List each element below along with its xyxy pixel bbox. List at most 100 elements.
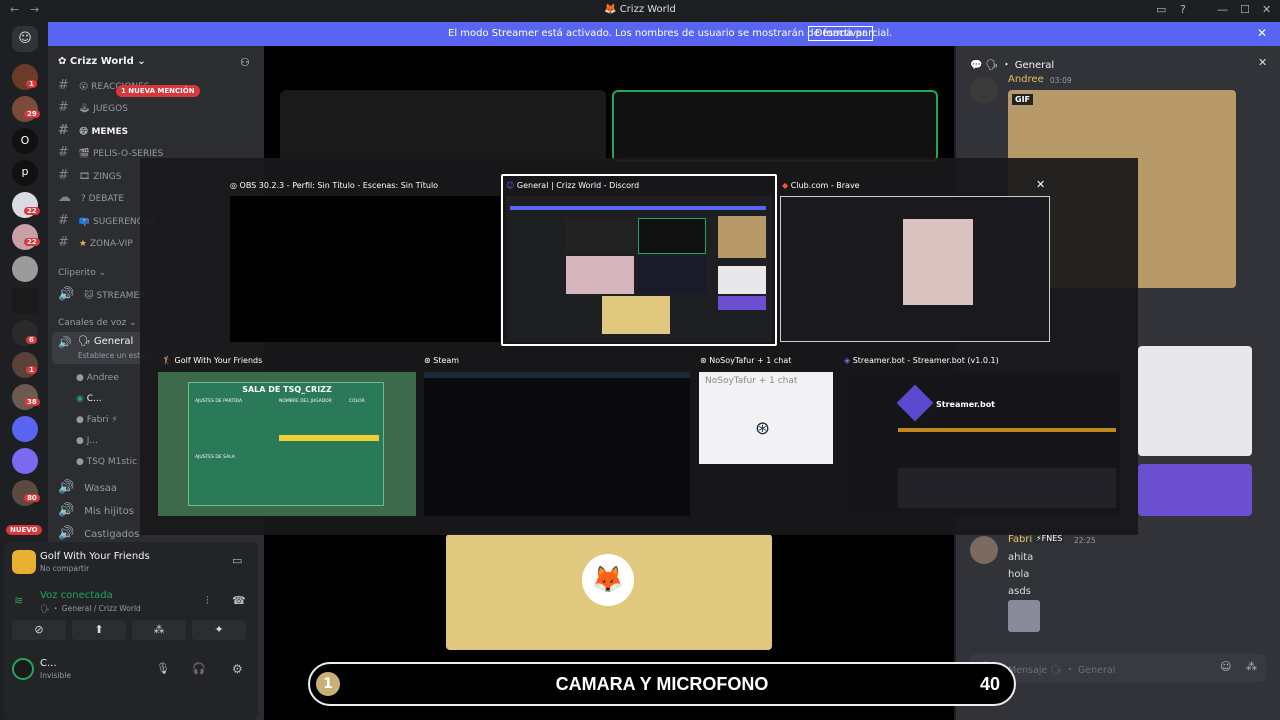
avatar: ● — [76, 415, 87, 425]
close-chat-icon[interactable]: ✕ — [1258, 56, 1267, 69]
window-title-text: Club.com - Brave — [790, 181, 860, 190]
settings-gear-icon[interactable]: ⚙ — [232, 662, 243, 676]
window-title: ◎ OBS 30.2.3 - Perfil: Sin Título - Esce… — [230, 181, 438, 190]
channel-item[interactable]: # 🕹 JUEGOS — [58, 100, 128, 115]
mention-badge[interactable]: 1 NUEVA MENCIÓN — [116, 85, 200, 97]
channel-emoji: 🎞 — [78, 172, 91, 182]
overlay-count: 40 — [979, 674, 1000, 694]
window-thumbnail-obs[interactable] — [230, 196, 500, 342]
avatar[interactable] — [970, 536, 998, 564]
server-icon[interactable]: p — [12, 160, 38, 186]
maximize-icon[interactable]: ☐ — [1240, 3, 1250, 16]
server-icon[interactable] — [12, 256, 38, 282]
noise-suppression-icon[interactable]: ⫶ — [206, 594, 209, 608]
microphone-icon[interactable]: 🎙 — [156, 662, 170, 675]
channel-item[interactable]: 🔊 🐱 STREAMER — [58, 287, 145, 302]
banner-close-icon[interactable]: ✕ — [1257, 26, 1267, 40]
title-bar: ← → 🦊 Crizz World ▭ ? — ☐ ✕ — [0, 0, 1280, 22]
emoji-icon[interactable]: ☺ — [1220, 660, 1231, 673]
activities-button[interactable]: ⁂ — [132, 620, 186, 640]
category-name: Cliperito — [58, 268, 96, 278]
channel-name: JUEGOS — [93, 104, 128, 114]
chevron-down-icon: ⌄ — [98, 268, 107, 278]
golf-section-header: AJUSTES DE SALA — [195, 455, 235, 460]
fox-avatar-icon: 🦊 — [582, 554, 634, 606]
server-icon[interactable] — [12, 96, 38, 122]
thumb-stream — [903, 219, 973, 305]
inbox-icon[interactable]: ▭ — [1156, 3, 1166, 16]
apps-icon[interactable]: ⁂ — [1246, 660, 1257, 673]
thumb-embed — [718, 296, 766, 310]
disconnect-icon[interactable]: ☎ — [232, 594, 246, 607]
streamer-mode-banner: El modo Streamer está activado. Los nomb… — [0, 22, 1280, 46]
server-icon[interactable] — [12, 416, 38, 442]
embed-preview[interactable] — [1138, 346, 1252, 456]
voice-channel[interactable]: 🔊 Mis hijitos — [58, 503, 134, 518]
voice-channel[interactable]: 🔊 Castigados — [58, 526, 139, 541]
message-author[interactable]: Andree — [1008, 74, 1044, 85]
window-switcher: ◎ OBS 30.2.3 - Perfil: Sin Título - Esce… — [140, 158, 1138, 535]
hash-icon: # — [58, 235, 69, 250]
camera-off-button[interactable]: ⊘ — [12, 620, 66, 640]
channel-item[interactable]: ☁? DEBATE — [58, 190, 124, 205]
add-member-icon[interactable]: ⚇ — [240, 56, 250, 69]
window-thumbnail-streamerbot[interactable]: Streamer.bot — [842, 372, 1120, 516]
video-tile[interactable]: 🦊 — [446, 534, 772, 650]
brave-icon: ◆ — [782, 181, 791, 190]
voice-channel[interactable]: 🔊 Wasaa — [58, 480, 117, 495]
soundboard-button[interactable]: ✦ — [192, 620, 246, 640]
channel-emoji: 🕹 — [78, 104, 91, 114]
voice-user[interactable]: ◉ C... — [76, 389, 137, 410]
chat-title: General — [1014, 60, 1055, 71]
window-thumbnail-nosoy[interactable]: NoSoyTafur + 1 chat ⊛ — [699, 372, 833, 464]
speaker-icon: 🔊 — [58, 336, 72, 349]
close-window-icon[interactable]: ✕ — [1262, 3, 1271, 16]
screen-share-button[interactable]: ⬆ — [72, 620, 126, 640]
voice-user[interactable]: ● Andree — [76, 368, 137, 389]
deactivate-button[interactable]: Desactivar — [808, 26, 873, 41]
steam-icon: ⊛ — [700, 356, 710, 365]
voice-user[interactable]: ● Fabri ⚡ — [76, 410, 137, 431]
minimize-icon[interactable]: — — [1217, 3, 1228, 16]
embed-image[interactable] — [1138, 464, 1252, 516]
close-window-icon[interactable]: ✕ — [1036, 178, 1045, 191]
stream-icon[interactable]: ▭ — [232, 554, 242, 567]
window-thumbnail-brave[interactable] — [780, 196, 1050, 342]
window-thumbnail-steam[interactable] — [424, 372, 690, 516]
voice-user[interactable]: ● TSQ M1stic — [76, 452, 137, 473]
image-attachment[interactable] — [1008, 600, 1040, 632]
app-logo-icon: 🦊 — [604, 4, 620, 15]
stream-overlay-bar: 1 CAMARA Y MICROFONO 40 — [308, 662, 1016, 706]
server-icon[interactable] — [12, 352, 38, 378]
server-icon[interactable] — [12, 448, 38, 474]
avatar: ● — [76, 436, 87, 446]
voice-user[interactable]: ● J... — [76, 431, 137, 452]
avatar[interactable] — [12, 658, 34, 680]
server-icon[interactable]: O — [12, 128, 38, 154]
tag-badge: ⚡FNES — [1034, 534, 1065, 543]
headphones-icon[interactable]: 🎧 — [192, 662, 206, 675]
window-thumbnail-golf[interactable]: SALA DE TSQ_CRIZZ AJUSTES DE PARTIDA NOM… — [158, 372, 416, 516]
message-author[interactable]: Fabri — [1008, 534, 1032, 545]
channel-item[interactable]: # ★ ZONA-VIP — [58, 235, 133, 250]
server-icon[interactable] — [12, 384, 38, 410]
window-thumbnail-discord[interactable] — [506, 196, 772, 342]
server-header[interactable]: ✿ Crizz World ⌄ — [58, 56, 146, 67]
golf-room-panel: SALA DE TSQ_CRIZZ AJUSTES DE PARTIDA NOM… — [188, 382, 384, 506]
window-title-text: Crizz World — [619, 4, 676, 15]
avatar[interactable] — [970, 76, 998, 104]
help-icon[interactable]: ? — [1180, 3, 1186, 16]
channel-item[interactable]: # 🎞 ZINGS — [58, 168, 121, 183]
thumb-tile — [638, 218, 706, 254]
channel-item[interactable]: # 😄 MEMES — [58, 123, 128, 138]
server-icon[interactable] — [12, 288, 38, 314]
discord-home-icon[interactable]: ☺ — [12, 26, 38, 52]
tag-text: FNES — [1041, 534, 1063, 543]
category-header[interactable]: Cliperito ⌄ — [58, 268, 106, 278]
video-tile[interactable] — [280, 90, 606, 162]
server-icon[interactable] — [12, 224, 38, 250]
server-icon[interactable] — [12, 480, 38, 506]
category-header[interactable]: Canales de voz ⌄ — [58, 318, 137, 328]
channel-emoji: ? — [81, 194, 86, 204]
video-tile-speaking[interactable] — [612, 90, 938, 162]
